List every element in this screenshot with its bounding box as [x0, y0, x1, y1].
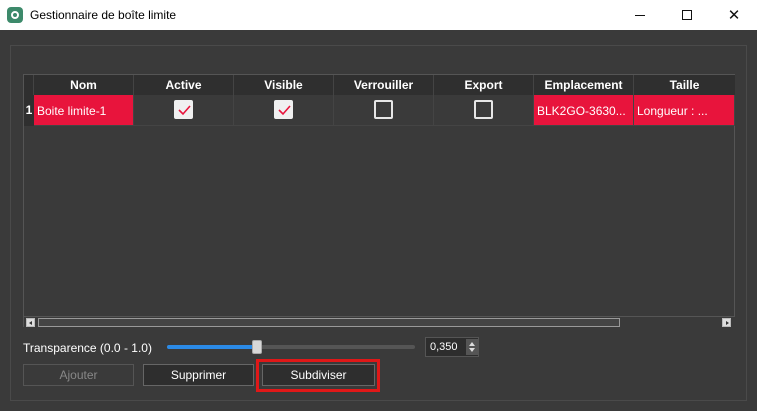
- spinbox-buttons[interactable]: [466, 339, 478, 355]
- transparency-value: 0,350: [430, 341, 458, 353]
- cell-verrouiller: [334, 95, 434, 126]
- active-checkbox[interactable]: [174, 100, 193, 119]
- table-header: Nom Active Visible Verrouiller Export Em…: [24, 75, 735, 95]
- cell-emplacement[interactable]: BLK2GO-3630...: [534, 95, 634, 126]
- header-verrouiller[interactable]: Verrouiller: [334, 75, 434, 95]
- checkmark-icon: [178, 105, 191, 116]
- spin-down-icon[interactable]: [469, 348, 475, 352]
- title-bar: Gestionnaire de boîte limite ✕: [0, 0, 757, 30]
- checkmark-icon: [278, 105, 291, 116]
- subdivide-highlight-box: [256, 359, 380, 392]
- scroll-right-icon[interactable]: [722, 318, 731, 327]
- spin-up-icon[interactable]: [469, 342, 475, 346]
- minimize-button[interactable]: [617, 0, 663, 30]
- cell-taille-text: Longueur : ...: [637, 104, 708, 118]
- window-title: Gestionnaire de boîte limite: [30, 8, 177, 22]
- transparency-label: Transparence (0.0 - 1.0): [23, 341, 152, 355]
- close-button[interactable]: ✕: [711, 0, 757, 30]
- slider-handle[interactable]: [252, 340, 262, 354]
- cell-visible: [234, 95, 334, 126]
- header-nom[interactable]: Nom: [34, 75, 134, 95]
- export-checkbox[interactable]: [474, 100, 493, 119]
- transparency-slider[interactable]: [167, 340, 415, 354]
- bounding-box-manager-window: Gestionnaire de boîte limite ✕ Nom Activ…: [0, 0, 757, 411]
- row-index[interactable]: 1: [24, 95, 34, 126]
- bounding-box-table[interactable]: Nom Active Visible Verrouiller Export Em…: [23, 74, 735, 327]
- slider-fill: [167, 345, 254, 349]
- cell-taille[interactable]: Longueur : ...: [634, 95, 735, 126]
- delete-button[interactable]: Supprimer: [143, 364, 254, 386]
- app-icon: [7, 7, 23, 23]
- cell-nom[interactable]: Boite limite-1: [34, 95, 134, 126]
- maximize-icon: [682, 10, 692, 20]
- cell-export: [434, 95, 534, 126]
- header-corner[interactable]: [24, 75, 34, 95]
- transparency-spinbox[interactable]: 0,350: [425, 337, 479, 357]
- scroll-left-icon[interactable]: [26, 318, 35, 327]
- header-emplacement[interactable]: Emplacement: [534, 75, 634, 95]
- cell-active: [134, 95, 234, 126]
- minimize-icon: [635, 15, 645, 16]
- table-row[interactable]: 1 Boite limite-1 BLK2GO-3630... Longueur…: [24, 95, 735, 126]
- visible-checkbox[interactable]: [274, 100, 293, 119]
- cell-emplacement-text: BLK2GO-3630...: [537, 104, 626, 118]
- maximize-button[interactable]: [664, 0, 710, 30]
- header-export[interactable]: Export: [434, 75, 534, 95]
- header-active[interactable]: Active: [134, 75, 234, 95]
- header-taille[interactable]: Taille: [634, 75, 735, 95]
- header-visible[interactable]: Visible: [234, 75, 334, 95]
- cell-nom-text: Boite limite-1: [37, 104, 107, 118]
- horizontal-scrollbar[interactable]: [24, 316, 735, 327]
- add-button[interactable]: Ajouter: [23, 364, 134, 386]
- close-icon: ✕: [727, 6, 741, 24]
- lock-checkbox[interactable]: [374, 100, 393, 119]
- scroll-thumb[interactable]: [38, 318, 620, 327]
